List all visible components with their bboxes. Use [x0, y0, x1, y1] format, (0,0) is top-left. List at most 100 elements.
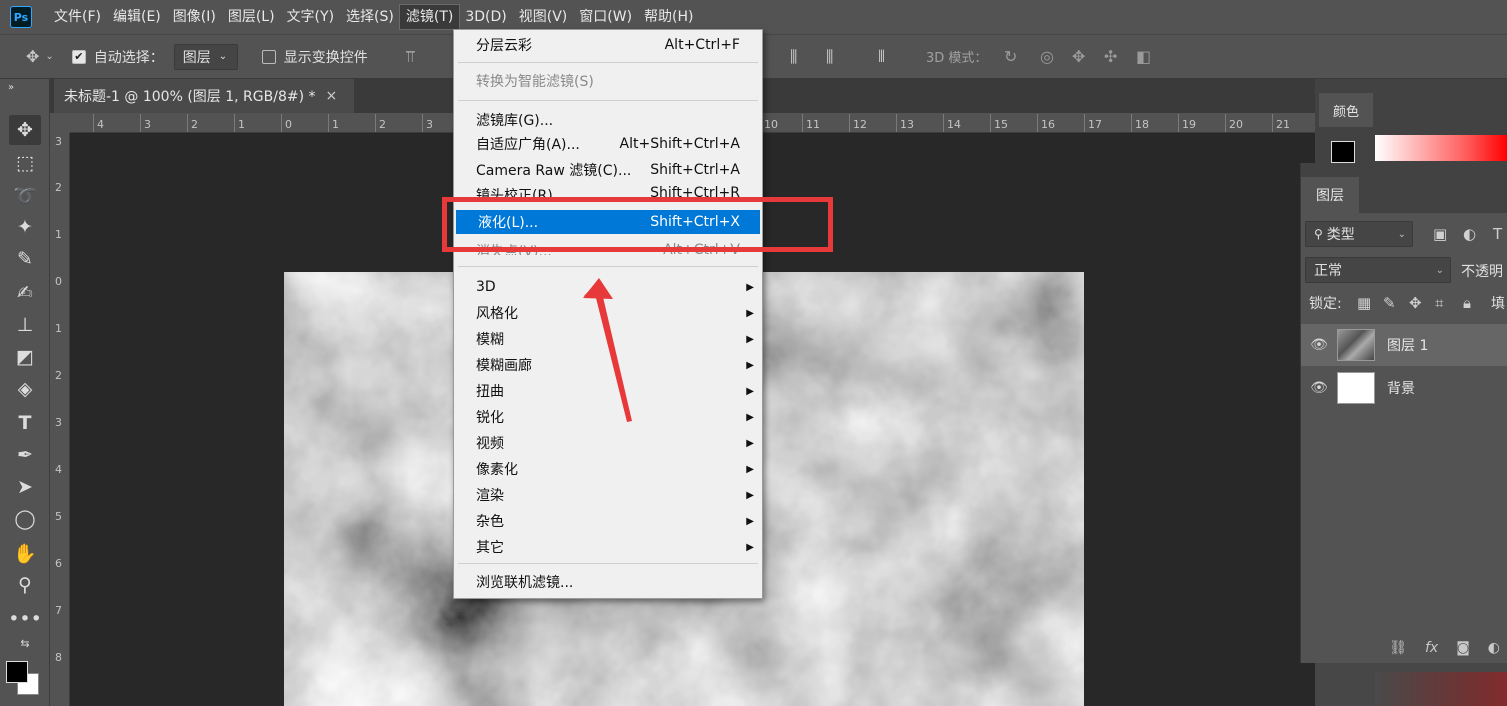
menu-item-blur-gallery[interactable]: 模糊画廊 ▶ [454, 353, 762, 377]
lasso-tool-icon[interactable]: ➰ [9, 180, 41, 210]
menu-item-3d[interactable]: 3D ▶ [454, 275, 762, 299]
menu-file[interactable]: 文件(F) [48, 5, 107, 29]
menu-select[interactable]: 选择(S) [340, 5, 400, 29]
menu-item-filter-gallery[interactable]: 滤镜库(G)... [454, 108, 762, 132]
menu-item-video[interactable]: 视频 ▶ [454, 431, 762, 455]
tools-panel: » ✥ ⬚ ➰ ✦ ✎ ✍ ⊥ ◩ ◈ T ✒ ➤ ◯ ✋ ⚲ ••• ⇆ [0, 79, 50, 706]
auto-select-target-dropdown[interactable]: 图层 ⌄ [173, 43, 238, 70]
lock-position-icon[interactable]: ✥ [1409, 294, 1422, 312]
magic-wand-tool-icon[interactable]: ✦ [9, 212, 41, 242]
menu-filter[interactable]: 滤镜(T) [398, 4, 461, 30]
menu-view[interactable]: 视图(V) [513, 5, 574, 29]
menu-item-browse-online-filters[interactable]: 浏览联机滤镜... [454, 570, 762, 594]
slide-3d-icon[interactable]: ✣ [1104, 47, 1117, 66]
filter-pixel-icon[interactable]: ▣ [1433, 225, 1447, 243]
ruler-label: 16 [1037, 114, 1055, 132]
orbit-3d-icon[interactable]: ↻ [1004, 47, 1017, 66]
menu-edit[interactable]: 编辑(E) [107, 5, 167, 29]
layer-thumbnail [1337, 329, 1375, 361]
swap-colors-icon[interactable]: ⇆ [9, 635, 41, 651]
chevron-down-icon: ⌄ [1435, 264, 1444, 276]
camera-3d-icon[interactable]: ◧ [1136, 47, 1151, 66]
menu-item-pixelate[interactable]: 像素化 ▶ [454, 457, 762, 481]
layer-style-fx-icon[interactable]: fx [1425, 640, 1438, 656]
menu-item-blur[interactable]: 模糊 ▶ [454, 327, 762, 351]
lock-all-icon[interactable]: 🔒︎ [1463, 294, 1471, 312]
document-tab[interactable]: 未标题-1 @ 100% (图层 1, RGB/8#) * × [54, 79, 354, 113]
menu-image[interactable]: 图像(I) [167, 5, 222, 29]
lock-transparency-icon[interactable]: ▦ [1357, 294, 1371, 312]
color-ramp[interactable] [1375, 135, 1507, 161]
menu-item-adaptive-wide-angle[interactable]: 自适应广角(A)... Alt+Shift+Ctrl+A [454, 132, 762, 156]
menu-item-sharpen[interactable]: 锐化 ▶ [454, 405, 762, 429]
paint-bucket-tool-icon[interactable]: ◈ [9, 374, 41, 404]
ruler-label: 18 [1131, 114, 1149, 132]
photoshop-logo-icon: Ps [10, 6, 32, 28]
pan-3d-icon[interactable]: ✥ [1072, 47, 1085, 66]
collapse-toolbar-icon[interactable]: » [8, 79, 40, 95]
distribute-bottom-icon[interactable]: ⫼ [826, 47, 833, 67]
zoom-tool-icon[interactable]: ⚲ [9, 570, 41, 600]
layer-row-background[interactable]: 👁︎ 背景 [1301, 367, 1507, 409]
layer-name: 背景 [1387, 381, 1415, 397]
menu-layer[interactable]: 图层(L) [222, 5, 281, 29]
menu-item-stylize[interactable]: 风格化 ▶ [454, 301, 762, 325]
lock-pixels-icon[interactable]: ✎ [1383, 294, 1396, 312]
menu-item-distort[interactable]: 扭曲 ▶ [454, 379, 762, 403]
show-transform-checkbox[interactable] [261, 49, 276, 64]
filter-type-icon[interactable]: T [1493, 225, 1502, 243]
ellipse-tool-icon[interactable]: ◯ [9, 504, 41, 534]
foreground-color-swatch[interactable] [1331, 141, 1355, 163]
layer-row-layer1[interactable]: 👁︎ 图层 1 [1301, 324, 1507, 366]
menu-3d[interactable]: 3D(D) [459, 5, 512, 29]
path-selection-tool-icon[interactable]: ➤ [9, 472, 41, 502]
menu-item-layered-clouds[interactable]: 分层云彩 Alt+Ctrl+F [454, 33, 762, 57]
menu-item-lens-correction[interactable]: 镜头校正(R)... Shift+Ctrl+R [454, 183, 762, 197]
distribute-vertical-icon[interactable]: ⫼ [790, 47, 797, 67]
hand-tool-icon[interactable]: ✋ [9, 538, 41, 568]
stamp-tool-icon[interactable]: ⊥ [9, 310, 41, 340]
menu-item-render[interactable]: 渲染 ▶ [454, 483, 762, 507]
layers-tab-bar: 图层 [1301, 163, 1507, 213]
lock-artboard-icon[interactable]: ⌗ [1435, 294, 1443, 312]
color-panel-tab[interactable]: 颜色 [1319, 93, 1373, 127]
menu-help[interactable]: 帮助(H) [638, 5, 699, 29]
eraser-tool-icon[interactable]: ◩ [9, 342, 41, 372]
align-top-icon[interactable]: ⫪ [406, 47, 415, 67]
roll-3d-icon[interactable]: ◎ [1040, 47, 1054, 66]
type-tool-icon[interactable]: T [9, 408, 41, 438]
ruler-label: 15 [990, 114, 1008, 132]
layer-filter-dropdown[interactable]: ⚲ 类型 ⌄ [1305, 221, 1413, 247]
move-tool-preset-icon[interactable]: ✥ [26, 47, 39, 66]
more-tools-icon[interactable]: ••• [8, 604, 42, 634]
menu-item-shortcut: Shift+Ctrl+R [650, 185, 740, 197]
menu-item-camera-raw[interactable]: Camera Raw 滤镜(C)... Shift+Ctrl+A [454, 158, 762, 182]
move-tool-icon[interactable]: ✥ [9, 115, 41, 145]
blend-mode-dropdown[interactable]: 正常 ⌄ [1305, 257, 1451, 283]
menu-item-noise[interactable]: 杂色 ▶ [454, 509, 762, 533]
ruler-label: 5 [55, 510, 62, 523]
eyedropper-tool-icon[interactable]: ✎ [9, 244, 41, 274]
adjustment-layer-icon[interactable]: ◐ [1488, 640, 1500, 656]
chevron-down-icon[interactable]: ⌄ [45, 51, 53, 62]
menu-window[interactable]: 窗口(W) [573, 5, 638, 29]
auto-select-label: 自动选择： [93, 49, 164, 66]
layers-panel-tab[interactable]: 图层 [1301, 177, 1359, 213]
visibility-eye-icon[interactable]: 👁︎ [1301, 337, 1337, 353]
menu-item-convert-smart-filter: 转换为智能滤镜(S) [454, 69, 762, 93]
menu-item-other[interactable]: 其它 ▶ [454, 535, 762, 559]
auto-select-checkbox[interactable]: ✔ [71, 49, 86, 64]
menu-type[interactable]: 文字(Y) [281, 5, 340, 29]
brush-tool-icon[interactable]: ✍ [9, 278, 41, 308]
ruler-label: 8 [55, 651, 62, 664]
visibility-eye-icon[interactable]: 👁︎ [1301, 380, 1337, 396]
marquee-tool-icon[interactable]: ⬚ [9, 148, 41, 178]
foreground-color-swatch[interactable] [6, 661, 28, 683]
close-icon[interactable]: × [326, 88, 338, 104]
distribute-spacing-icon[interactable]: ⦀ [878, 47, 885, 67]
pen-tool-icon[interactable]: ✒ [9, 440, 41, 470]
link-layers-icon[interactable]: ⛓ [1389, 640, 1407, 656]
submenu-arrow-icon: ▶ [746, 463, 754, 475]
filter-adjustment-icon[interactable]: ◐ [1463, 225, 1476, 243]
add-mask-icon[interactable]: ◙ [1456, 640, 1470, 656]
